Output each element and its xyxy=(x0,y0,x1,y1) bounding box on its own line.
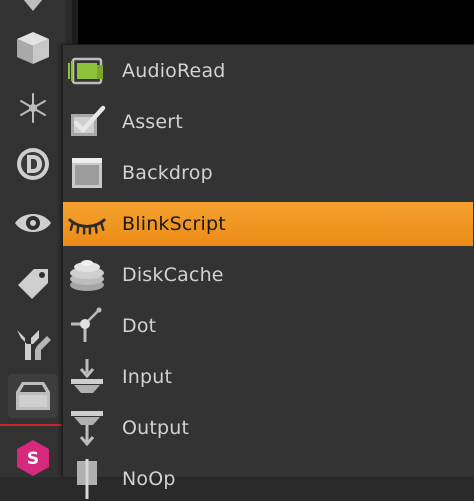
tag-icon xyxy=(18,269,48,299)
menu-item-label: NoOp xyxy=(122,468,176,490)
toolbar-smartvector-button[interactable]: S xyxy=(8,436,58,480)
drawer-icon xyxy=(16,382,50,410)
audio-read-icon xyxy=(68,57,103,85)
output-node-icon xyxy=(71,411,103,447)
menu-item-label: DiskCache xyxy=(122,264,224,286)
checkbox-icon xyxy=(71,105,106,136)
wrench-icon xyxy=(17,330,51,360)
down-arrow-icon xyxy=(23,0,43,11)
blink-eye-icon xyxy=(67,218,107,235)
node-toolbar: S xyxy=(0,0,66,477)
menu-item-label: Backdrop xyxy=(122,162,213,184)
menu-item-noop[interactable]: NoOp xyxy=(63,457,473,501)
disk-cache-icon xyxy=(70,260,104,291)
menu-item-label: Output xyxy=(122,417,190,439)
toolbar-image-button[interactable] xyxy=(8,0,58,22)
eye-icon xyxy=(15,214,51,232)
toolbar-views-button[interactable] xyxy=(8,201,58,245)
menu-item-dot[interactable]: Dot xyxy=(63,304,473,348)
menu-item-label: Assert xyxy=(122,111,183,133)
toolbar-toolsets-button[interactable] xyxy=(8,322,58,366)
toolbar-particles-button[interactable] xyxy=(8,86,58,130)
toolbar-metadata-button[interactable] xyxy=(8,262,58,306)
toolbar-other-button[interactable] xyxy=(8,374,58,418)
backdrop-icon xyxy=(72,158,102,188)
viewer-panel xyxy=(78,0,474,44)
s-hexagon-icon: S xyxy=(17,440,49,476)
menu-item-output[interactable]: Output xyxy=(63,406,473,450)
menu-item-assert[interactable]: Assert xyxy=(63,100,473,144)
toolbar-3d-button[interactable] xyxy=(8,26,58,70)
menu-item-label: Dot xyxy=(122,315,157,337)
noop-node-icon xyxy=(77,459,97,499)
toolbar-deep-button[interactable] xyxy=(8,142,58,186)
menu-item-label: AudioRead xyxy=(122,60,226,82)
menu-item-input[interactable]: Input xyxy=(63,355,473,399)
snowflake-icon xyxy=(20,93,46,123)
other-nodes-menu: AudioRead Assert Backdrop BlinkScript Di… xyxy=(62,44,474,499)
menu-item-backdrop[interactable]: Backdrop xyxy=(63,151,473,195)
menu-item-diskcache[interactable]: DiskCache xyxy=(63,253,473,297)
input-node-icon xyxy=(71,359,103,393)
dot-node-icon xyxy=(71,307,102,342)
toolbar-separator xyxy=(0,424,62,426)
deep-d-icon xyxy=(17,148,49,180)
svg-text:S: S xyxy=(27,449,39,469)
menu-item-label: BlinkScript xyxy=(122,213,226,235)
menu-item-audioread[interactable]: AudioRead xyxy=(63,49,473,93)
cube-icon xyxy=(17,32,49,64)
menu-item-label: Input xyxy=(122,366,173,388)
menu-item-blinkscript[interactable]: BlinkScript xyxy=(63,202,473,246)
